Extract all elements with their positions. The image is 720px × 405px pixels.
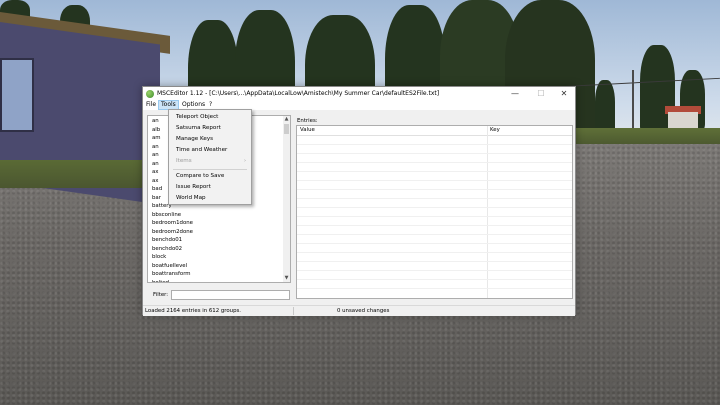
list-item[interactable]: alb [152, 127, 160, 133]
row-line [297, 198, 572, 199]
row-line [297, 153, 572, 154]
grid-header: Value Key [297, 126, 572, 136]
tools-dropdown: Teleport Object Satsuma Report Manage Ke… [168, 109, 252, 205]
grass [575, 128, 720, 144]
minimize-button[interactable]: — [503, 87, 527, 100]
row-line [297, 243, 572, 244]
list-item[interactable]: bedroom1done [152, 220, 193, 226]
list-item[interactable]: bbsconline [152, 212, 181, 218]
grass [0, 160, 150, 188]
list-item[interactable]: bar [152, 195, 161, 201]
entries-grid[interactable]: Value Key [296, 125, 573, 299]
list-item[interactable]: an [152, 144, 159, 150]
row-line [297, 180, 572, 181]
row-line [297, 189, 572, 190]
row-line [297, 288, 572, 289]
title-bar[interactable]: MSCEditor 1.12 - [C:\Users\...\AppData\L… [143, 87, 575, 100]
list-scrollbar[interactable]: ▲ ▼ [283, 116, 290, 282]
list-item[interactable]: block [152, 254, 166, 260]
list-item[interactable]: an [152, 161, 159, 167]
column-header-value[interactable]: Value [300, 127, 315, 133]
maximize-button[interactable]: ☐ [529, 87, 553, 100]
menu-item-items-label: Items [176, 158, 192, 164]
app-icon [146, 90, 154, 98]
scroll-down-icon[interactable]: ▼ [283, 275, 290, 282]
row-line [297, 279, 572, 280]
menu-item-manage-keys[interactable]: Manage Keys [169, 134, 251, 144]
list-item[interactable]: bedroom2done [152, 229, 193, 235]
list-item[interactable]: ax [152, 169, 159, 175]
entries-label: Entries: [297, 118, 318, 124]
list-item[interactable]: boattransform [152, 271, 191, 277]
row-line [297, 144, 572, 145]
row-line [297, 162, 572, 163]
scroll-up-icon[interactable]: ▲ [283, 116, 290, 123]
column-divider [487, 126, 488, 298]
status-divider [293, 307, 294, 315]
row-line [297, 261, 572, 262]
tree [595, 80, 615, 135]
submenu-arrow-icon: › [244, 158, 246, 164]
list-item[interactable]: an [152, 152, 159, 158]
filter-input[interactable] [171, 290, 290, 300]
window-title: MSCEditor 1.12 - [C:\Users\...\AppData\L… [157, 90, 440, 97]
menu-item-teleport-object[interactable]: Teleport Object [169, 112, 251, 122]
filter-label: Filter: [153, 292, 169, 298]
menu-item-items[interactable]: Items › [169, 156, 251, 166]
row-line [297, 270, 572, 271]
status-loaded: Loaded 2164 entries in 612 groups. [145, 308, 242, 314]
row-line [297, 216, 572, 217]
menu-file[interactable]: File [144, 100, 158, 110]
list-item[interactable]: ax [152, 178, 159, 184]
menu-item-issue-report[interactable]: Issue Report [169, 182, 251, 192]
scroll-thumb[interactable] [284, 124, 289, 134]
menu-separator [173, 169, 247, 170]
list-item[interactable]: an [152, 118, 159, 124]
close-button[interactable]: ✕ [552, 87, 576, 100]
row-line [297, 225, 572, 226]
list-item[interactable]: benchdo02 [152, 246, 182, 252]
row-line [297, 234, 572, 235]
building-window [0, 58, 34, 132]
row-line [297, 171, 572, 172]
list-item[interactable]: benchdo01 [152, 237, 182, 243]
menu-item-compare-to-save[interactable]: Compare to Save [169, 171, 251, 181]
list-item[interactable]: am [152, 135, 161, 141]
menu-item-world-map[interactable]: World Map [169, 193, 251, 203]
list-item[interactable]: boatfuellevel [152, 263, 187, 269]
menu-item-satsuma-report[interactable]: Satsuma Report [169, 123, 251, 133]
list-item[interactable]: bad [152, 186, 162, 192]
status-changes: 0 unsaved changes [337, 308, 390, 314]
status-bar: Loaded 2164 entries in 612 groups. 0 uns… [143, 305, 575, 316]
menu-item-time-and-weather[interactable]: Time and Weather [169, 145, 251, 155]
row-line [297, 252, 572, 253]
column-header-key[interactable]: Key [490, 127, 500, 133]
list-item[interactable]: bolted [152, 280, 169, 283]
house [668, 112, 698, 128]
row-line [297, 207, 572, 208]
